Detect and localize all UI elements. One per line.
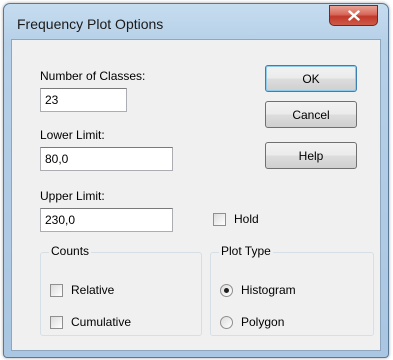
close-button[interactable] xyxy=(329,5,378,26)
histogram-label: Histogram xyxy=(241,283,296,297)
lower-limit-input[interactable]: 80,0 xyxy=(40,147,173,171)
close-icon xyxy=(347,10,360,21)
number-of-classes-label: Number of Classes: xyxy=(40,69,146,83)
plot-type-group: Plot Type Histogram Polygon xyxy=(210,244,374,336)
relative-label: Relative xyxy=(71,283,115,297)
plot-type-legend: Plot Type xyxy=(219,244,273,258)
lower-limit-label: Lower Limit: xyxy=(40,128,105,142)
dialog-title: Frequency Plot Options xyxy=(17,16,164,32)
cumulative-label: Cumulative xyxy=(71,315,132,329)
number-of-classes-input[interactable]: 23 xyxy=(40,88,127,112)
cumulative-checkbox[interactable] xyxy=(50,316,63,329)
radio-selected-dot xyxy=(224,288,229,293)
histogram-radio[interactable] xyxy=(220,284,233,297)
hold-label: Hold xyxy=(234,212,259,226)
dialog-body: Number of Classes: 23 Lower Limit: 80,0 … xyxy=(11,39,381,351)
polygon-label: Polygon xyxy=(241,315,285,329)
relative-checkbox[interactable] xyxy=(50,284,63,297)
counts-legend: Counts xyxy=(49,244,92,258)
dialog-window: Frequency Plot Options Number of Classes… xyxy=(3,3,389,358)
hold-checkbox[interactable] xyxy=(213,213,226,226)
help-button[interactable]: Help xyxy=(265,142,357,169)
title-bar[interactable]: Frequency Plot Options xyxy=(4,4,388,39)
counts-group: Counts Relative Cumulative xyxy=(40,244,202,336)
ok-button[interactable]: OK xyxy=(265,65,357,92)
upper-limit-label: Upper Limit: xyxy=(40,189,105,203)
cancel-button[interactable]: Cancel xyxy=(265,101,357,128)
upper-limit-input[interactable]: 230,0 xyxy=(40,208,173,232)
polygon-radio[interactable] xyxy=(220,316,233,329)
